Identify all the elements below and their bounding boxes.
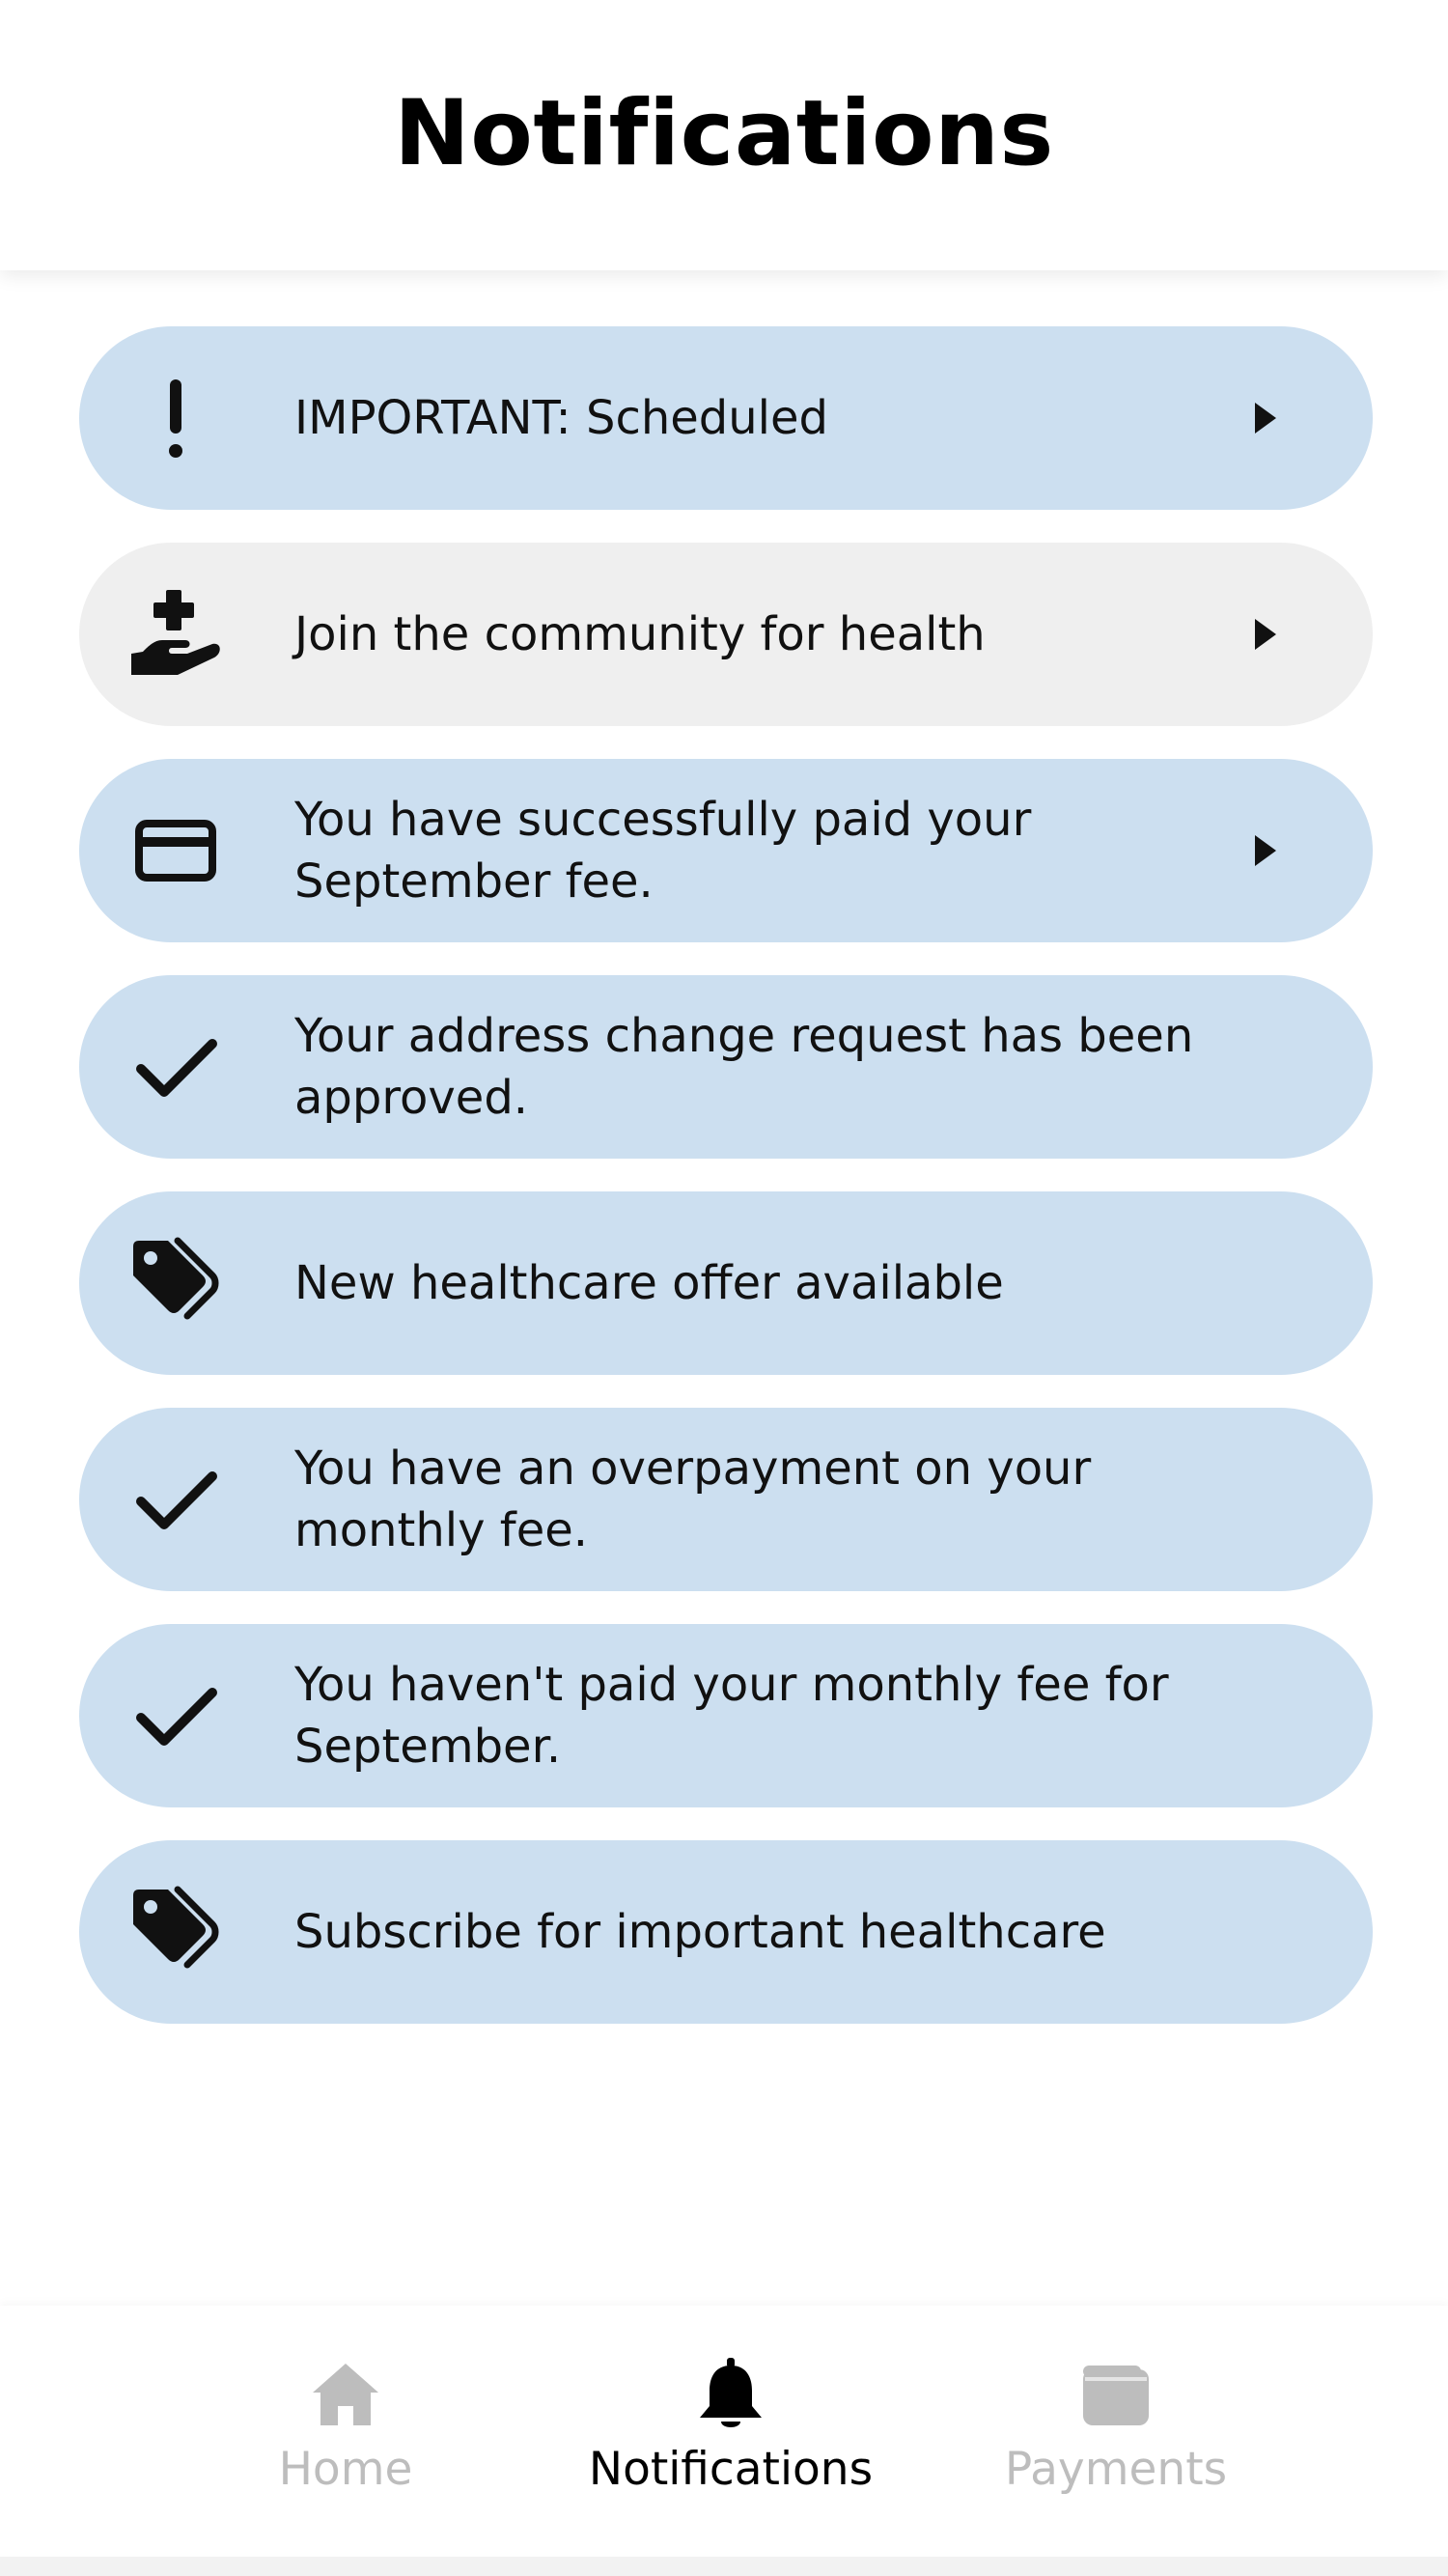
caret-right-icon <box>1255 403 1276 434</box>
exclamation-icon <box>127 370 224 466</box>
tags-icon <box>127 1235 224 1331</box>
caret-right-icon <box>1255 619 1276 650</box>
notification-item[interactable]: Subscribe for important healthcare <box>79 1840 1373 2024</box>
tab-home[interactable]: Home <box>186 2306 505 2557</box>
tab-payments[interactable]: Payments <box>957 2306 1275 2557</box>
tab-label: Notifications <box>588 2443 874 2496</box>
tab-notifications[interactable]: Notifications <box>571 2306 890 2557</box>
notification-item[interactable]: New healthcare offer available <box>79 1191 1373 1375</box>
tab-label: Home <box>278 2443 413 2496</box>
wallet-icon <box>1083 2366 1149 2425</box>
check-icon <box>127 1019 224 1115</box>
notification-item[interactable]: Join the community for health <box>79 543 1373 726</box>
bottom-tab-bar: Home Notifications Payments <box>0 2306 1448 2557</box>
check-icon <box>127 1451 224 1548</box>
tab-label: Payments <box>1004 2443 1228 2496</box>
notification-text: Subscribe for important healthcare <box>294 1905 1106 1959</box>
home-icon <box>313 2364 378 2425</box>
notification-text: Your address change request has been app… <box>294 1009 1194 1125</box>
page-title: Notifications <box>394 80 1054 186</box>
notification-item[interactable]: You haven't paid your monthly fee for Se… <box>79 1624 1373 1807</box>
notification-list: IMPORTANT: Scheduled Join the community … <box>79 326 1373 2057</box>
caret-right-icon <box>1255 835 1276 866</box>
notification-item[interactable]: Your address change request has been app… <box>79 975 1373 1159</box>
notification-text: IMPORTANT: Scheduled <box>294 391 829 445</box>
bell-icon <box>700 2358 762 2427</box>
bottom-strip <box>0 2557 1448 2576</box>
hand-holding-medical-icon <box>127 586 224 683</box>
notification-item[interactable]: IMPORTANT: Scheduled <box>79 326 1373 510</box>
notification-text: You have successfully paid your Septembe… <box>294 793 1032 909</box>
notification-text: You haven't paid your monthly fee for Se… <box>294 1658 1169 1774</box>
notification-text: You have an overpayment on your monthly … <box>294 1442 1092 1557</box>
notification-item[interactable]: You have an overpayment on your monthly … <box>79 1408 1373 1591</box>
tags-icon <box>127 1884 224 1980</box>
check-icon <box>127 1667 224 1764</box>
notification-text: New healthcare offer available <box>294 1256 1004 1310</box>
app-header: Notifications <box>0 0 1448 270</box>
credit-card-icon <box>127 802 224 899</box>
notification-item[interactable]: You have successfully paid your Septembe… <box>79 759 1373 942</box>
notification-text: Join the community for health <box>294 607 986 661</box>
